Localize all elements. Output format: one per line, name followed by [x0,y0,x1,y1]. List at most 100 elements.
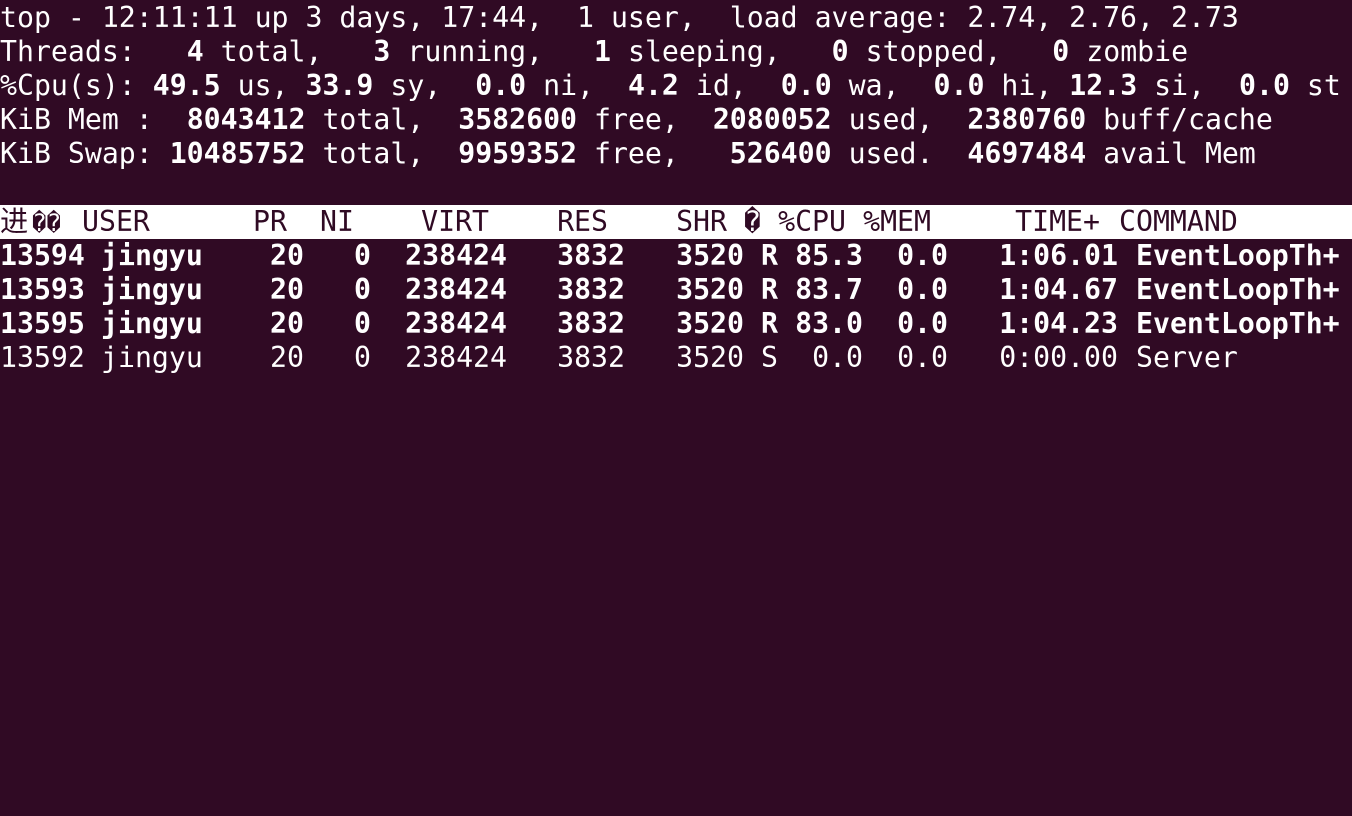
column-pr-header: PR [253,205,287,238]
cell-time: 1:06.01 [999,239,1118,272]
cpu-si-label: si, [1137,69,1223,102]
cell-ni: 0 [354,239,371,272]
mem-line: KiB Mem : 8043412 total, 3582600 free, 2… [0,103,1352,137]
cell-shr: 3520 [676,273,744,306]
cell-pid: 13594 [0,239,85,272]
column-mem-header: %MEM [863,205,931,238]
column-time-header: TIME+ [1015,205,1100,238]
cell-res: 3832 [557,341,625,374]
cell-pr: 20 [270,273,304,306]
cpu-hi: 0.0 [933,69,985,102]
mem-used-label: used, [831,103,951,136]
cell-pid: 13595 [0,307,85,340]
threads-stopped-label: stopped, [848,35,1019,68]
cell-res: 3832 [557,273,625,306]
cell-pr: 20 [270,239,304,272]
cpu-sy-label: sy, [373,69,459,102]
cell-time: 0:00.00 [999,341,1118,374]
column-command-header: COMMAND [1119,205,1238,238]
cell-pid: 13592 [0,341,85,374]
column-cpu-header: %CPU [778,205,846,238]
cell-mem: 0.0 [897,307,948,340]
table-row[interactable]: 13595 jingyu 20 0 238424 3832 3520 R 83.… [0,307,1352,341]
cell-state: S [761,341,778,374]
mem-buff-cache: 2380760 [967,103,1087,136]
swap-total-label: total, [305,137,442,170]
cpu-us: 49.5 [152,69,221,102]
threads-sleeping: 1 [594,35,612,68]
cell-cpu: 83.0 [795,307,863,340]
cell-shr: 3520 [676,341,744,374]
table-row[interactable]: 13594 jingyu 20 0 238424 3832 3520 R 85.… [0,239,1352,273]
terminal-window[interactable]: top - 12:11:11 up 3 days, 17:44, 1 user,… [0,0,1352,408]
threads-sleeping-label: sleeping, [611,35,798,68]
cell-user: jingyu [101,341,203,374]
cpu-id: 4.2 [627,69,679,102]
cell-ni: 0 [354,273,371,306]
cell-res: 3832 [557,239,625,272]
table-row[interactable]: 13592 jingyu 20 0 238424 3832 3520 S 0.0… [0,341,1352,375]
swap-free-label: free, [577,137,696,170]
cpu-ni-label: ni, [526,69,611,102]
column-pid-header: 进 [0,205,29,238]
cell-virt: 238424 [405,307,507,340]
cpu-ni: 0.0 [475,69,527,102]
cell-command: Server [1136,341,1238,374]
column-user-header: USER [82,205,150,238]
threads-stopped: 0 [831,35,849,68]
cell-user: jingyu [101,307,203,340]
cell-cpu: 85.3 [795,239,863,272]
mem-free-label: free, [577,103,696,136]
mem-label: KiB Mem : [0,103,170,136]
load-average: 2.74, 2.76, 2.73 [967,1,1239,34]
cpu-st-label: st [1289,69,1341,102]
cell-cpu: 0.0 [812,341,863,374]
cell-mem: 0.0 [897,273,948,306]
cell-mem: 0.0 [897,239,948,272]
cpu-st: 0.0 [1239,69,1290,102]
column-shr-header: SHR [676,205,727,238]
mem-total: 8043412 [186,103,306,136]
cell-command: EventLoopTh+ [1136,273,1340,306]
cpu-wa: 0.0 [780,69,832,102]
threads-line: Threads: 4 total, 3 running, 1 sleeping,… [0,35,1352,69]
clock-time: 12:11:11 [101,1,238,34]
swap-used: 526400 [729,137,832,170]
cell-shr: 3520 [676,307,744,340]
swap-line: KiB Swap: 10485752 total, 9959352 free, … [0,137,1352,171]
cell-shr: 3520 [676,239,744,272]
uptime-line: top - 12:11:11 up 3 days, 17:44, 1 user,… [0,1,1352,35]
cell-pr: 20 [270,341,304,374]
threads-running-label: running, [390,35,561,68]
cell-virt: 238424 [405,273,507,306]
cell-virt: 238424 [405,341,507,374]
mem-free: 3582600 [458,103,578,136]
swap-avail-label: avail Mem [1086,137,1256,170]
threads-label: Threads: [0,35,153,68]
cell-user: jingyu [101,239,203,272]
swap-avail: 4697484 [967,137,1087,170]
cell-state: R [761,307,778,340]
cell-res: 3832 [557,307,625,340]
column-res-header: RES [557,205,608,238]
swap-free: 9959352 [458,137,578,170]
column-virt-header: VIRT [421,205,489,238]
cell-ni: 0 [354,341,371,374]
cpu-us-label: us, [220,69,306,102]
column-state-header: � [744,205,761,238]
cell-command: EventLoopTh+ [1136,239,1340,272]
cpu-sy: 33.9 [305,69,374,102]
cell-virt: 238424 [405,239,507,272]
threads-total-label: total, [203,35,340,68]
cell-pid: 13593 [0,273,85,306]
threads-zombie: 0 [1052,35,1070,68]
cell-time: 1:04.67 [999,273,1118,306]
cell-ni: 0 [354,307,371,340]
mem-total-label: total, [305,103,442,136]
swap-used-label: used. [831,137,951,170]
mem-used: 2080052 [712,103,832,136]
cell-state: R [761,273,778,306]
cpu-id-label: id, [678,69,764,102]
cpu-hi-label: hi, [984,69,1070,102]
table-row[interactable]: 13593 jingyu 20 0 238424 3832 3520 R 83.… [0,273,1352,307]
